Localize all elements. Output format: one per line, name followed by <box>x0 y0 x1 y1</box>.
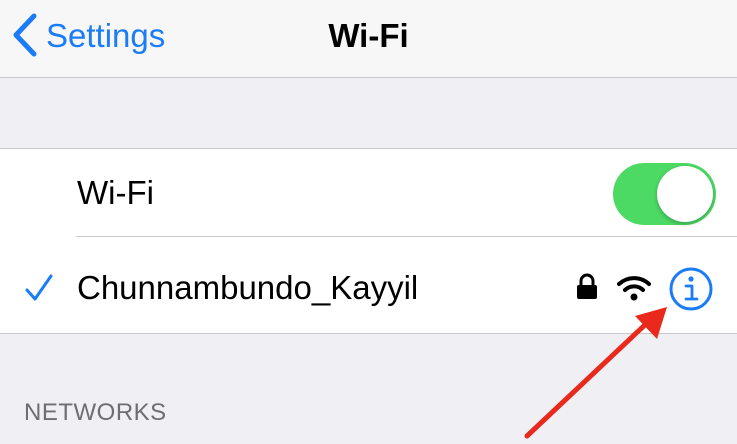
page-title: Wi-Fi <box>328 17 409 54</box>
wifi-toggle-label: Wi-Fi <box>77 174 154 211</box>
wifi-toggle-row: Wi-Fi <box>0 149 737 237</box>
connected-network-row[interactable]: Chunnambundo_Kayyil <box>0 237 737 333</box>
wifi-settings-group: Wi-Fi Chunnambundo_Kayyil <box>0 148 737 334</box>
lock-icon <box>577 273 597 299</box>
wifi-signal-icon <box>617 276 651 301</box>
network-name: Chunnambundo_Kayyil <box>77 269 419 306</box>
info-icon[interactable] <box>668 266 714 312</box>
wifi-toggle-switch[interactable] <box>613 163 716 225</box>
toggle-knob <box>657 166 713 222</box>
navigation-bar: Settings Wi-Fi <box>0 0 737 78</box>
networks-section-header: NETWORKS <box>24 399 167 426</box>
checkmark-icon <box>25 274 53 301</box>
